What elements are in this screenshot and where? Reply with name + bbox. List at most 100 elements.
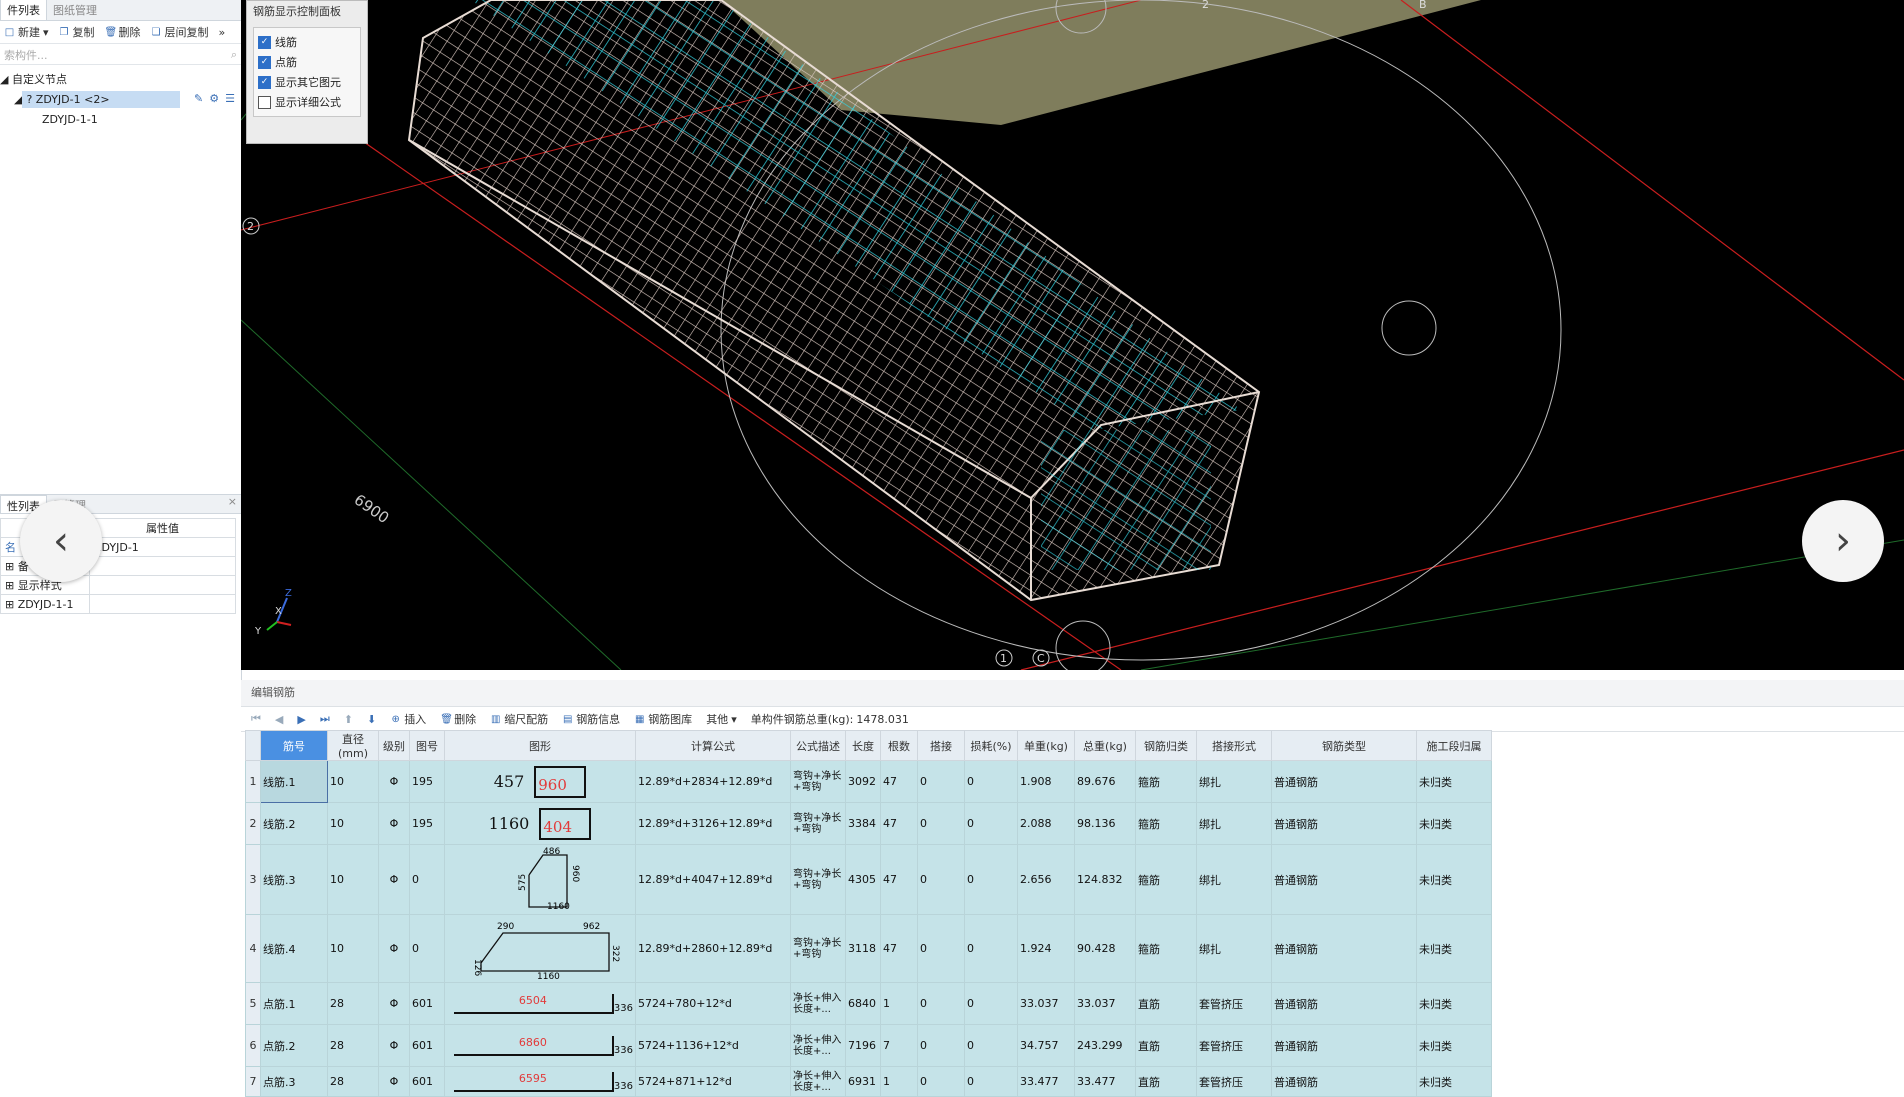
col-header[interactable]: 根数 [880,730,918,761]
cell-lap-form[interactable]: 绑扎 [1196,844,1272,915]
cell-figure-no[interactable]: 0 [409,844,445,915]
cell-bar-name[interactable]: 线筋.1 [260,760,328,803]
cell-formula[interactable]: 12.89*d+2860+12.89*d [635,914,791,983]
cell-shape[interactable]: 6595 336 [444,1066,636,1097]
cell-count[interactable]: 1 [880,1066,918,1097]
cell-diameter[interactable]: 28 [327,1066,379,1097]
cell-figure-no[interactable]: 0 [409,914,445,983]
table-row[interactable]: 5 点筋.1 28 Φ 601 6504 336 5724+780+12*d 净… [245,982,1492,1025]
cell-figure-no[interactable]: 601 [409,1066,445,1097]
cell-bar-name[interactable]: 点筋.3 [260,1066,328,1097]
cell-class[interactable]: 箍筋 [1135,760,1197,803]
cell-grade[interactable]: Φ [378,1024,410,1067]
col-header[interactable]: 图形 [444,730,636,761]
cell-diameter[interactable]: 28 [327,1024,379,1067]
cell-lap[interactable]: 0 [917,914,965,983]
cell-grade[interactable]: Φ [378,914,410,983]
prop-value[interactable] [89,575,236,595]
check-icon[interactable]: ✓ [258,75,271,89]
cell-class[interactable]: 直筋 [1135,982,1197,1025]
col-header[interactable]: 长度 [845,730,881,761]
tree-child[interactable]: ZDYJD-1-1 [0,109,241,129]
cell-lap[interactable]: 0 [917,760,965,803]
cell-loss[interactable]: 0 [964,760,1018,803]
tab-component-list[interactable]: 件列表 [0,0,47,20]
tree-node[interactable]: ◢ ? ZDYJD-1 <2> ✎ ⚙ ☰ [0,89,241,109]
cell-loss[interactable]: 0 [964,1024,1018,1067]
cell-type[interactable]: 普通钢筋 [1271,844,1417,915]
cell-length[interactable]: 7196 [845,1024,881,1067]
move-down-icon[interactable]: ⬇ [367,713,376,726]
cell-bar-name[interactable]: 线筋.2 [260,802,328,845]
cell-count[interactable]: 47 [880,844,918,915]
cell-class[interactable]: 箍筋 [1135,802,1197,845]
cell-lap[interactable]: 0 [917,802,965,845]
col-header[interactable]: 损耗(%) [964,730,1018,761]
check-icon[interactable]: ✓ [258,55,271,69]
cell-class[interactable]: 箍筋 [1135,844,1197,915]
orbit-handle[interactable] [1381,300,1437,356]
check-icon[interactable] [258,95,271,109]
col-header[interactable]: 计算公式 [635,730,791,761]
rebar-info-button[interactable]: ▤ 钢筋信息 [562,711,620,727]
tree-root[interactable]: ◢ 自定义节点 [0,69,241,89]
prop-value[interactable] [89,556,236,576]
cell-segment[interactable]: 未归类 [1416,844,1492,915]
orbit-handle[interactable] [1055,620,1111,670]
col-header[interactable]: 钢筋类型 [1271,730,1417,761]
table-row[interactable]: 2 线筋.2 10 Φ 195 1160 404 12.89*d+3126+12… [245,802,1492,845]
cell-lap-form[interactable]: 绑扎 [1196,802,1272,845]
cell-unit-weight[interactable]: 34.757 [1017,1024,1075,1067]
col-header[interactable]: 直径(mm) [327,730,379,761]
col-header[interactable]: 搭接 [917,730,965,761]
cell-shape[interactable]: 457 960 [444,760,636,803]
next-icon[interactable]: ▶ [297,713,305,726]
prev-icon[interactable]: ◀ [275,713,283,726]
cell-lap-form[interactable]: 套管挤压 [1196,1066,1272,1097]
cell-type[interactable]: 普通钢筋 [1271,760,1417,803]
checkbox-show-other[interactable]: ✓ 显示其它图元 [258,72,356,92]
cell-shape[interactable]: 6504 336 [444,982,636,1025]
cell-figure-no[interactable]: 195 [409,760,445,803]
checkbox-show-formula[interactable]: 显示详细公式 [258,92,356,112]
cell-class[interactable]: 箍筋 [1135,914,1197,983]
cell-count[interactable]: 1 [880,982,918,1025]
cell-total-weight[interactable]: 33.037 [1074,982,1136,1025]
cell-description[interactable]: 弯钩+净长+弯钩 [790,802,846,845]
cell-length[interactable]: 6931 [845,1066,881,1097]
cell-diameter[interactable]: 28 [327,982,379,1025]
cell-grade[interactable]: Φ [378,760,410,803]
copy-button[interactable]: ❐ 复制 [59,24,95,40]
delete-button[interactable]: 🗑 删除 [105,24,141,40]
cell-grade[interactable]: Φ [378,1066,410,1097]
cell-lap[interactable]: 0 [917,1066,965,1097]
rebar-library-button[interactable]: ▦ 钢筋图库 [634,711,692,727]
cell-segment[interactable]: 未归类 [1416,1024,1492,1067]
cell-count[interactable]: 47 [880,760,918,803]
search-input[interactable]: 索构件... ⌕ [0,46,241,65]
cell-bar-name[interactable]: 线筋.3 [260,844,328,915]
prev-button[interactable]: ‹ [20,500,102,582]
cell-total-weight[interactable]: 98.136 [1074,802,1136,845]
cell-segment[interactable]: 未归类 [1416,914,1492,983]
cell-total-weight[interactable]: 243.299 [1074,1024,1136,1067]
cell-length[interactable]: 3092 [845,760,881,803]
cell-segment[interactable]: 未归类 [1416,760,1492,803]
cell-total-weight[interactable]: 124.832 [1074,844,1136,915]
tab-drawing-management[interactable]: 图纸管理 [47,0,103,20]
check-icon[interactable]: ✓ [258,35,271,49]
checkbox-point-bars[interactable]: ✓ 点筋 [258,52,356,72]
next-button[interactable]: › [1802,500,1884,582]
cell-segment[interactable]: 未归类 [1416,802,1492,845]
cell-description[interactable]: 弯钩+净长+弯钩 [790,914,846,983]
cell-loss[interactable]: 0 [964,914,1018,983]
cell-type[interactable]: 普通钢筋 [1271,1024,1417,1067]
cell-loss[interactable]: 0 [964,844,1018,915]
cell-lap-form[interactable]: 绑扎 [1196,760,1272,803]
cell-unit-weight[interactable]: 33.037 [1017,982,1075,1025]
cell-lap[interactable]: 0 [917,844,965,915]
cell-shape[interactable]: 1160 404 [444,802,636,845]
list-icon[interactable]: ☰ [225,92,235,105]
cell-type[interactable]: 普通钢筋 [1271,914,1417,983]
cell-diameter[interactable]: 10 [327,914,379,983]
